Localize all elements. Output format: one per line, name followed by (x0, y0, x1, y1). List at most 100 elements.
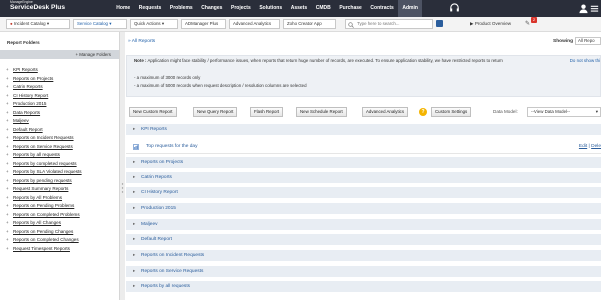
folder-item[interactable]: + Reports on Incident Requests (0, 134, 119, 143)
folder-item[interactable]: + Reports by All Changes (0, 219, 119, 228)
expand-icon[interactable]: + (6, 177, 9, 186)
sidebar-collapse-bar[interactable] (120, 32, 125, 300)
folder-item[interactable]: + Maljeev (0, 117, 119, 126)
report-section-header[interactable]: ▸ Reports on Projects (126, 156, 601, 168)
folder-label[interactable]: Reports by completed requests (13, 161, 77, 166)
folder-item[interactable]: + Catrin Reports (0, 83, 119, 92)
nav-item-contracts[interactable]: Contracts (366, 0, 398, 17)
folder-label[interactable]: CI History Report (13, 93, 48, 98)
search-box[interactable] (345, 19, 433, 29)
showing-select[interactable]: All Repo (575, 37, 601, 45)
nav-item-cmdb[interactable]: CMDB (311, 0, 335, 17)
expand-icon[interactable]: + (6, 245, 9, 254)
nav-item-assets[interactable]: Assets (286, 0, 311, 17)
folder-label[interactable]: Catrin Reports (13, 84, 43, 89)
admanager-button[interactable]: ADManager Plus (181, 19, 226, 29)
section-title[interactable]: Reports on Projects (141, 160, 183, 165)
folder-label[interactable]: Reports by All Changes (13, 220, 61, 225)
nav-item-solutions[interactable]: Solutions (255, 0, 286, 17)
section-title[interactable]: CI History Report (141, 190, 178, 195)
advanced-analytics-report-button[interactable]: Advanced Analytics (362, 107, 409, 117)
expand-icon[interactable]: + (6, 100, 9, 109)
folder-item[interactable]: + Reports by completed requests (0, 160, 119, 169)
nav-item-admin[interactable]: Admin (398, 0, 423, 17)
expand-icon[interactable]: + (6, 66, 9, 75)
folder-item[interactable]: + CI History Report (0, 92, 119, 101)
drag-handle-icon[interactable] (121, 182, 124, 194)
search-go-icon[interactable] (436, 20, 443, 27)
expand-icon[interactable]: + (6, 75, 9, 84)
folder-item[interactable]: + KPI Reports (0, 66, 119, 75)
custom-settings-button[interactable]: Custom Settings (431, 107, 472, 117)
new-schedule-report-button[interactable]: New Schedule Report (296, 107, 347, 117)
do-not-show-link[interactable]: Do not show thi (570, 58, 600, 63)
expand-icon[interactable]: + (6, 168, 9, 177)
expand-icon[interactable]: + (6, 92, 9, 101)
report-section-header[interactable]: ▸ Reports on Incident Requests (126, 249, 601, 261)
folder-item[interactable]: + Reports by pending requests (0, 177, 119, 186)
expand-icon[interactable]: + (6, 236, 9, 245)
expand-icon[interactable]: + (6, 117, 9, 126)
report-section-header[interactable]: ▸ Reports on Service Requests (126, 265, 601, 277)
notification-badge[interactable]: 2 (531, 17, 537, 23)
folder-label[interactable]: Data Reports (13, 110, 40, 115)
folder-label[interactable]: KPI Reports (13, 67, 38, 72)
manage-folders-link[interactable]: + Manage Folders (0, 50, 119, 59)
expand-icon[interactable]: + (6, 160, 9, 169)
report-section-header[interactable]: ▸ KPI Reports (126, 123, 601, 135)
section-title[interactable]: Default Report (141, 237, 172, 242)
expand-icon[interactable]: + (6, 202, 9, 211)
nav-item-purchase[interactable]: Purchase (335, 0, 366, 17)
brand-logo[interactable]: ManageEngine ServiceDesk Plus (10, 0, 65, 12)
nav-item-requests[interactable]: Requests (135, 0, 166, 17)
folder-label[interactable]: Reports on Completed Problems (13, 212, 80, 217)
section-title[interactable]: Catrin Reports (141, 175, 172, 180)
nav-item-home[interactable]: Home (112, 0, 135, 17)
report-section-header[interactable]: ▸ Catrin Reports (126, 171, 601, 183)
section-title[interactable]: KPI Reports (141, 127, 167, 132)
folder-label[interactable]: Reports by All Problems (13, 195, 62, 200)
incident-catalog-button[interactable]: ● Incident Catalog ▾ (6, 19, 70, 29)
folder-item[interactable]: + Reports by SLA Violated requests (0, 168, 119, 177)
folder-item[interactable]: + Reports on Projects (0, 75, 119, 84)
folder-label[interactable]: Maljeev (13, 118, 29, 123)
folder-label[interactable]: Production 2015 (13, 101, 46, 106)
folder-label[interactable]: Reports on Projects (13, 76, 53, 81)
advanced-analytics-button[interactable]: Advanced Analytics (229, 19, 280, 29)
expand-icon[interactable]: + (6, 211, 9, 220)
nav-item-projects[interactable]: Projects (227, 0, 255, 17)
delete-link[interactable]: Dele (591, 144, 601, 149)
folder-item[interactable]: + Request Timespent Reports (0, 245, 119, 254)
zoho-creator-button[interactable]: Zoho Creator App (283, 19, 336, 29)
edit-link[interactable]: Edit (579, 144, 587, 149)
folder-item[interactable]: + Reports by All Problems (0, 194, 119, 203)
expand-icon[interactable]: + (6, 185, 9, 194)
report-title-link[interactable]: Top requests for the day (146, 144, 197, 149)
report-section-header[interactable]: ▸ Production 2015 (126, 202, 601, 214)
folder-label[interactable]: Reports on Service Requests (13, 144, 73, 149)
expand-icon[interactable]: + (6, 219, 9, 228)
expand-icon[interactable]: + (6, 194, 9, 203)
headset-icon[interactable] (449, 3, 460, 14)
folder-item[interactable]: + Reports on Service Requests (0, 143, 119, 152)
folder-label[interactable]: Reports by pending requests (13, 178, 72, 183)
data-model-select[interactable]: --View Data Model-- ▾ (527, 107, 601, 117)
folder-item[interactable]: + Reports on Completed Changes (0, 236, 119, 245)
user-icon[interactable] (578, 3, 589, 14)
section-title[interactable]: Reports on Service Requests (141, 269, 203, 274)
section-title[interactable]: Reports on Incident Requests (141, 253, 204, 258)
new-custom-report-button[interactable]: New Custom Report (129, 107, 177, 117)
folder-label[interactable]: Reports by all requests (13, 152, 60, 157)
service-catalog-button[interactable]: Service Catalog ▾ (73, 19, 127, 29)
folder-label[interactable]: Request Summary Reports (13, 186, 68, 191)
flash-report-button[interactable]: Flash Report (250, 107, 284, 117)
section-title[interactable]: Reports by all requests (141, 284, 190, 289)
menu-icon[interactable] (589, 3, 600, 14)
new-query-report-button[interactable]: New Query Report (193, 107, 238, 117)
folder-item[interactable]: + Default Report (0, 126, 119, 135)
expand-icon[interactable]: + (6, 151, 9, 160)
folder-item[interactable]: + Reports on Pending Problems (0, 202, 119, 211)
expand-icon[interactable]: + (6, 83, 9, 92)
folder-label[interactable]: Request Timespent Reports (13, 246, 70, 251)
help-icon[interactable]: ? (419, 108, 427, 116)
